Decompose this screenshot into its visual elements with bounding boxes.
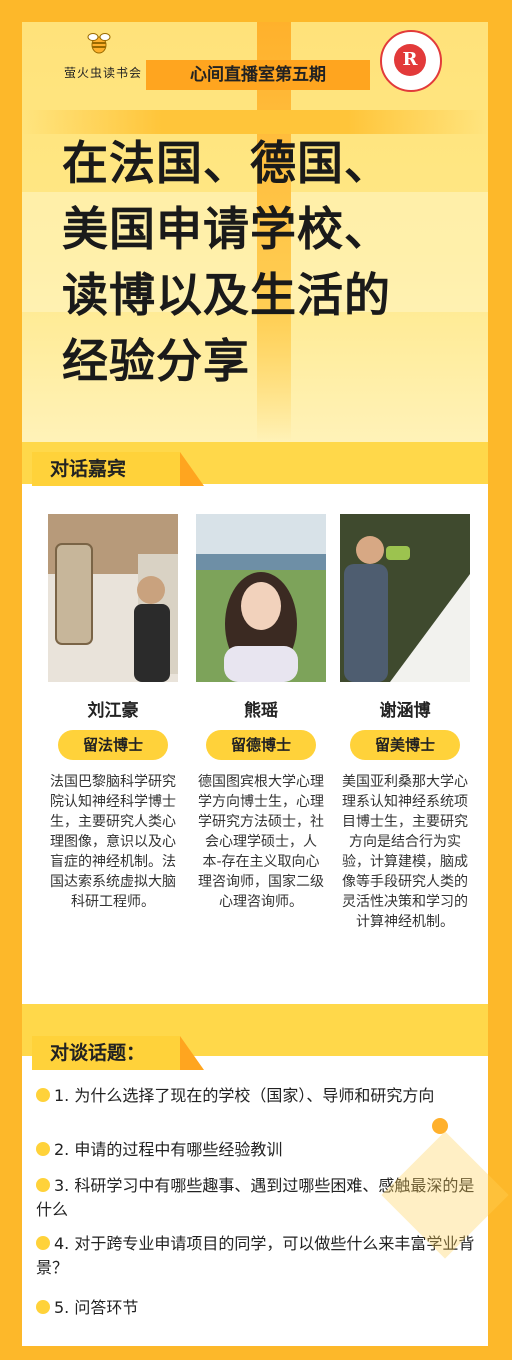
decorative-circle	[432, 1118, 448, 1134]
page-title: 在法国、德国、 美国申请学校、 读博以及生活的 经验分享	[62, 130, 482, 394]
guest-description: 美国亚利桑那大学心理系认知神经系统项目博士生，主要研究方向是结合行为实验，计算建…	[342, 774, 468, 930]
topic-text: 4. 对于跨专业申请项目的同学，可以做些什么来丰富学业背景？	[36, 1234, 475, 1277]
guests-section-tag: 对话嘉宾	[32, 452, 204, 486]
guest-name: 熊瑶	[244, 701, 278, 721]
university-seal-logo: R	[380, 30, 442, 92]
guest-photo	[340, 514, 470, 682]
guest-badge: 留法博士	[58, 730, 168, 760]
bullet-dot-icon	[36, 1177, 50, 1192]
guest-badge: 留德博士	[206, 730, 316, 760]
logo-text: 萤火虫读书会	[64, 66, 143, 80]
title-line: 经验分享	[62, 334, 250, 388]
session-label: 心间直播室第五期	[146, 60, 370, 90]
topic-text: 1. 为什么选择了现在的学校（国家）、导师和研究方向	[54, 1086, 435, 1105]
title-line: 美国申请学校、	[62, 202, 391, 256]
guest-photo	[196, 514, 326, 682]
bullet-dot-icon	[36, 1141, 50, 1156]
bullet-dot-icon	[36, 1087, 50, 1102]
topic-item: 4. 对于跨专业申请项目的同学，可以做些什么来丰富学业背景？	[36, 1232, 482, 1280]
topic-item: 2. 申请的过程中有哪些经验教训	[36, 1138, 482, 1162]
guest-name: 谢涵博	[379, 701, 431, 721]
guest-badge: 留美博士	[350, 730, 460, 760]
guest-description: 法国巴黎脑科学研究院认知神经科学博士生，主要研究人类心理图像，意识以及心盲症的神…	[50, 774, 176, 910]
firefly-reading-club-logo: 萤火虫读书会	[60, 30, 143, 82]
guests-card: 刘江豪 留法博士 法国巴黎脑科学研究院认知神经科学博士生，主要研究人类心理图像，…	[22, 484, 488, 1004]
guest-name: 刘江豪	[87, 701, 139, 721]
topic-item: 5. 问答环节	[36, 1296, 482, 1320]
title-line: 在法国、德国、	[62, 136, 391, 190]
topics-section-tag: 对谈话题：	[32, 1036, 204, 1070]
bullet-dot-icon	[36, 1235, 50, 1250]
topic-item: 1. 为什么选择了现在的学校（国家）、导师和研究方向	[36, 1084, 482, 1108]
bee-icon	[87, 33, 111, 54]
seal-letter: R	[394, 44, 426, 76]
guest-description: 德国图宾根大学心理学方向博士生，心理学研究方法硕士，社会心理学硕士，人本-存在主…	[198, 774, 324, 910]
title-line: 读博以及生活的	[62, 268, 391, 322]
topic-text: 5. 问答环节	[54, 1298, 139, 1317]
guest-photo	[48, 514, 178, 682]
topic-text: 2. 申请的过程中有哪些经验教训	[54, 1140, 283, 1159]
bullet-dot-icon	[36, 1299, 50, 1314]
